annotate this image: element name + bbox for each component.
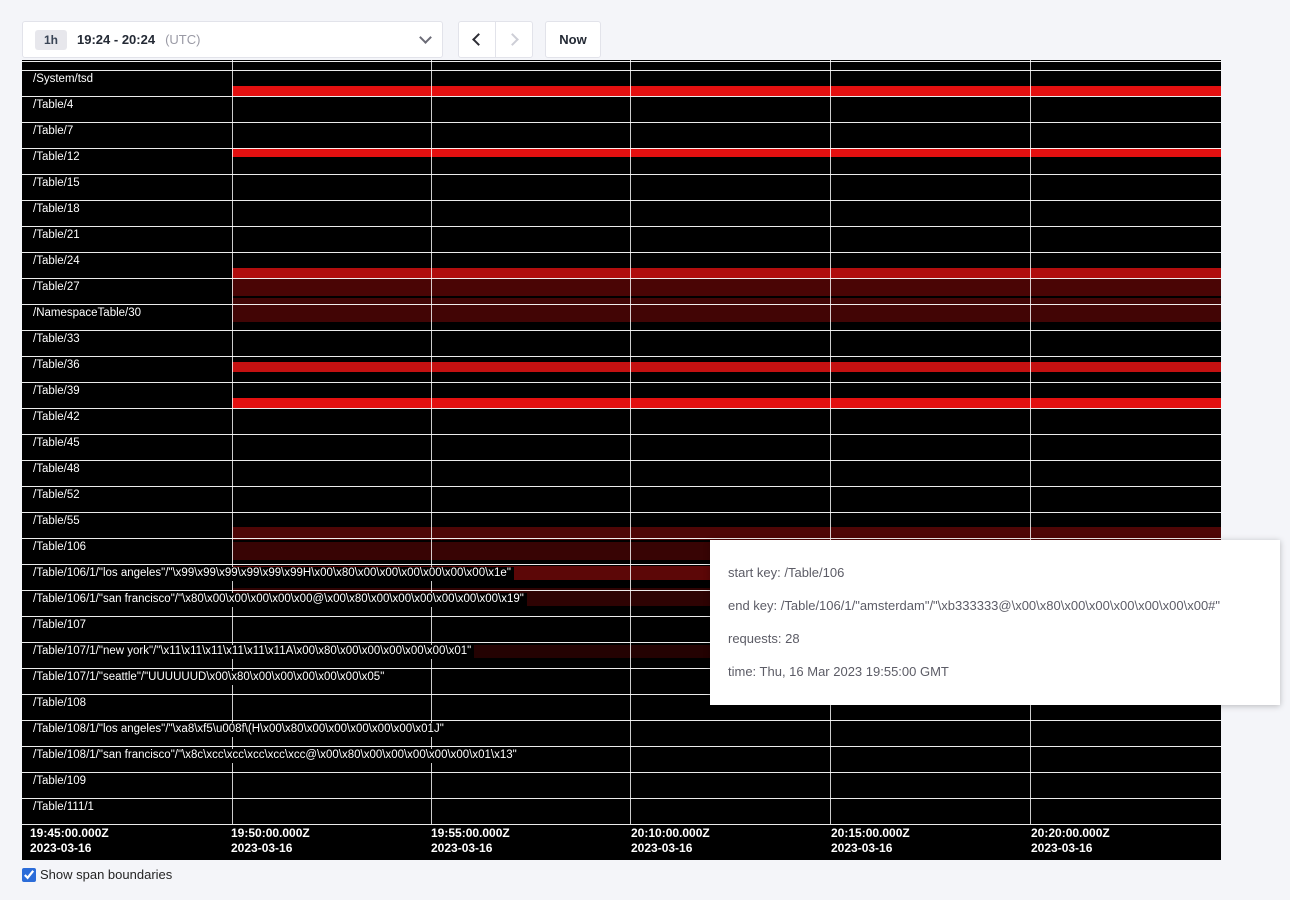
tooltip-requests: requests: 28 bbox=[728, 630, 1262, 648]
span-boundary-line bbox=[22, 772, 1221, 773]
span-row-label: /Table/109 bbox=[30, 775, 89, 789]
span-boundary-line bbox=[22, 720, 1221, 721]
span-boundary-line bbox=[22, 408, 1221, 409]
span-boundary-line bbox=[22, 122, 1221, 123]
span-boundary-line bbox=[22, 512, 1221, 513]
span-row-label: /Table/21 bbox=[30, 229, 83, 243]
heat-band[interactable] bbox=[232, 86, 1221, 96]
time-tick-label: 20:10:00.000Z2023-03-16 bbox=[631, 826, 710, 856]
span-row-label: /Table/106/1/"los angeles"/"\x99\x99\x99… bbox=[30, 567, 514, 581]
heat-band[interactable] bbox=[232, 278, 1221, 296]
span-row-label: /Table/24 bbox=[30, 255, 83, 269]
time-tick-label: 19:50:00.000Z2023-03-16 bbox=[231, 826, 310, 856]
span-boundary-line bbox=[22, 746, 1221, 747]
tooltip-time: time: Thu, 16 Mar 2023 19:55:00 GMT bbox=[728, 663, 1262, 681]
span-boundary-line bbox=[22, 460, 1221, 461]
span-boundary-line bbox=[22, 61, 1221, 62]
tooltip-start-key: start key: /Table/106 bbox=[728, 564, 1262, 582]
span-boundary-line bbox=[22, 200, 1221, 201]
span-row-label: /Table/107/1/"new york"/"\x11\x11\x11\x1… bbox=[30, 645, 474, 659]
heatmap-footer: Show span boundaries bbox=[22, 867, 172, 882]
time-tick-label: 19:45:00.000Z2023-03-16 bbox=[30, 826, 109, 856]
span-boundary-line bbox=[22, 96, 1221, 97]
span-boundary-line bbox=[22, 538, 1221, 539]
chevron-left-icon bbox=[472, 33, 485, 46]
span-row-label: /Table/108/1/"san francisco"/"\x8c\xcc\x… bbox=[30, 749, 520, 763]
tooltip-end-key: end key: /Table/106/1/"amsterdam"/"\xb33… bbox=[728, 597, 1262, 615]
span-row-label: /System/tsd bbox=[30, 73, 96, 87]
range-text: 19:24 - 20:24 bbox=[77, 32, 155, 47]
span-row-label: /Table/4 bbox=[30, 99, 76, 113]
span-row-label: /Table/18 bbox=[30, 203, 83, 217]
span-boundary-line bbox=[22, 304, 1221, 305]
span-row-label: /Table/106/1/"san francisco"/"\x80\x00\x… bbox=[30, 593, 527, 607]
span-boundary-line bbox=[22, 486, 1221, 487]
show-span-boundaries-label: Show span boundaries bbox=[40, 867, 172, 882]
span-row-label: /Table/39 bbox=[30, 385, 83, 399]
span-boundary-line bbox=[22, 824, 1221, 825]
heat-band[interactable] bbox=[232, 148, 1221, 157]
heat-band[interactable] bbox=[232, 398, 1221, 408]
span-boundary-line bbox=[22, 330, 1221, 331]
heat-band[interactable] bbox=[232, 362, 1221, 372]
chevron-down-icon bbox=[419, 31, 432, 44]
span-row-label: /Table/27 bbox=[30, 281, 83, 295]
span-boundary-line bbox=[22, 70, 1221, 71]
span-row-label: /NamespaceTable/30 bbox=[30, 307, 144, 321]
span-row-label: /Table/33 bbox=[30, 333, 83, 347]
span-row-label: /Table/108 bbox=[30, 697, 89, 711]
time-range-select[interactable]: 1h 19:24 - 20:24 (UTC) bbox=[22, 21, 443, 58]
time-tick-label: 20:20:00.000Z2023-03-16 bbox=[1031, 826, 1110, 856]
span-boundary-line bbox=[22, 434, 1221, 435]
span-boundary-line bbox=[22, 382, 1221, 383]
span-row-label: /Table/45 bbox=[30, 437, 83, 451]
span-row-label: /Table/106 bbox=[30, 541, 89, 555]
span-row-label: /Table/107/1/"seattle"/"UUUUUUD\x00\x80\… bbox=[30, 671, 387, 685]
time-tick-label: 19:55:00.000Z2023-03-16 bbox=[431, 826, 510, 856]
prev-range-button[interactable] bbox=[458, 21, 496, 58]
span-row-label: /Table/52 bbox=[30, 489, 83, 503]
span-boundary-line bbox=[22, 798, 1221, 799]
span-row-label: /Table/15 bbox=[30, 177, 83, 191]
span-boundary-line bbox=[22, 148, 1221, 149]
next-range-button[interactable] bbox=[495, 21, 533, 58]
span-row-label: /Table/108/1/"los angeles"/"\xa8\xf5\u00… bbox=[30, 723, 447, 737]
span-boundary-line bbox=[22, 174, 1221, 175]
key-visualizer-heatmap[interactable]: /System/tsd/Table/4/Table/7/Table/12/Tab… bbox=[22, 60, 1221, 860]
span-boundary-line bbox=[22, 226, 1221, 227]
span-tooltip: start key: /Table/106 end key: /Table/10… bbox=[710, 540, 1280, 705]
span-boundary-line bbox=[22, 252, 1221, 253]
span-row-label: /Table/107 bbox=[30, 619, 89, 633]
range-utc-suffix: (UTC) bbox=[165, 32, 200, 47]
span-row-label: /Table/111/1 bbox=[30, 801, 97, 815]
time-tick-label: 20:15:00.000Z2023-03-16 bbox=[831, 826, 910, 856]
heat-band[interactable] bbox=[232, 268, 1221, 278]
span-boundary-line bbox=[22, 356, 1221, 357]
show-span-boundaries-checkbox[interactable] bbox=[22, 868, 36, 882]
heat-band[interactable] bbox=[232, 298, 1221, 322]
chevron-right-icon bbox=[506, 33, 519, 46]
span-row-label: /Table/36 bbox=[30, 359, 83, 373]
span-row-label: /Table/55 bbox=[30, 515, 83, 529]
span-row-label: /Table/48 bbox=[30, 463, 83, 477]
span-row-label: /Table/7 bbox=[30, 125, 76, 139]
span-boundary-line bbox=[22, 278, 1221, 279]
span-row-label: /Table/12 bbox=[30, 151, 83, 165]
time-nav-group bbox=[458, 21, 533, 58]
now-button[interactable]: Now bbox=[545, 21, 601, 58]
span-row-label: /Table/42 bbox=[30, 411, 83, 425]
range-duration-badge: 1h bbox=[35, 30, 67, 50]
